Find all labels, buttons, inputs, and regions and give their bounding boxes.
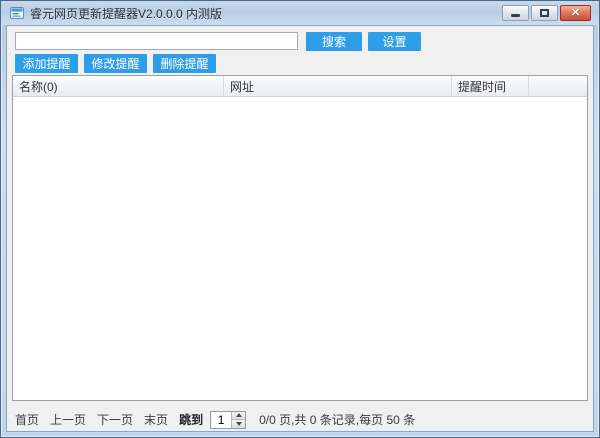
maximize-button[interactable] [531, 5, 558, 21]
maximize-icon [540, 9, 549, 17]
jump-page-input[interactable] [211, 412, 231, 428]
app-icon [10, 6, 25, 20]
column-header-extra [529, 76, 587, 96]
minimize-button[interactable] [502, 5, 529, 21]
client-area: 搜索 设置 添加提醒 修改提醒 删除提醒 名称(0) 网址 提醒时间 首页 上一… [6, 25, 594, 432]
column-header-time[interactable]: 提醒时间 [452, 76, 529, 96]
stepper-arrows [231, 412, 245, 428]
search-button[interactable]: 搜索 [306, 32, 362, 51]
column-header-url[interactable]: 网址 [224, 76, 452, 96]
settings-button[interactable]: 设置 [368, 32, 421, 51]
stepper-down-button[interactable] [232, 419, 245, 428]
titlebar[interactable]: 睿元网页更新提醒器V2.0.0.0 内测版 ✕ [1, 1, 599, 25]
jump-to-label: 跳到 [179, 411, 203, 428]
first-page-link[interactable]: 首页 [15, 411, 39, 428]
close-button[interactable]: ✕ [560, 5, 591, 21]
table-header: 名称(0) 网址 提醒时间 [13, 76, 587, 97]
app-window: 睿元网页更新提醒器V2.0.0.0 内测版 ✕ 搜索 设置 添加提醒 修改提醒 … [0, 0, 600, 438]
table-body [13, 97, 587, 400]
window-controls: ✕ [502, 5, 591, 21]
page-summary: 0/0 页,共 0 条记录,每页 50 条 [259, 411, 415, 428]
delete-reminder-button[interactable]: 删除提醒 [153, 54, 216, 73]
stepper-up-button[interactable] [232, 412, 245, 420]
pagination: 首页 上一页 下一页 末页 跳到 0/0 页,共 0 条记录,每页 50 条 [15, 410, 585, 429]
window-title: 睿元网页更新提醒器V2.0.0.0 内测版 [30, 5, 222, 22]
close-icon: ✕ [571, 8, 580, 19]
page-number-stepper [210, 411, 246, 429]
reminder-table: 名称(0) 网址 提醒时间 [12, 75, 588, 401]
last-page-link[interactable]: 末页 [144, 411, 168, 428]
add-reminder-button[interactable]: 添加提醒 [15, 54, 78, 73]
search-input[interactable] [15, 32, 298, 50]
prev-page-link[interactable]: 上一页 [50, 411, 86, 428]
column-header-name[interactable]: 名称(0) [13, 76, 224, 96]
next-page-link[interactable]: 下一页 [97, 411, 133, 428]
arrow-up-icon [236, 413, 242, 417]
minimize-icon [511, 14, 520, 17]
arrow-down-icon [236, 422, 242, 426]
edit-reminder-button[interactable]: 修改提醒 [84, 54, 147, 73]
